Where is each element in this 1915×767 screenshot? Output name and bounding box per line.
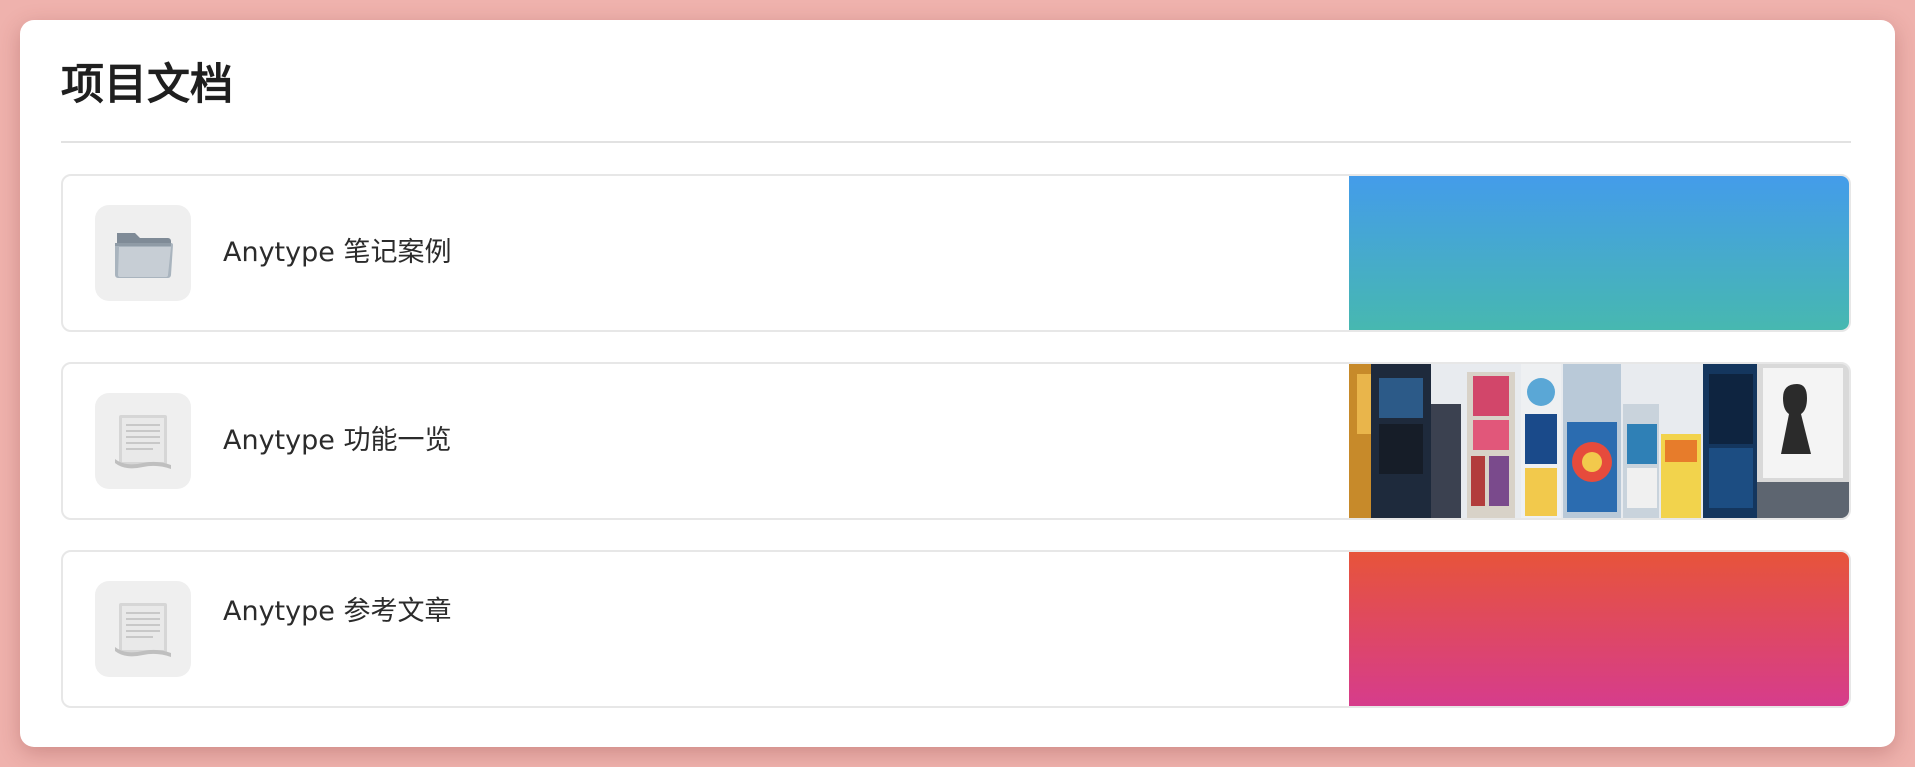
card-cover-image (1349, 552, 1849, 706)
list-item-card[interactable]: Anytype 功能一览 (61, 362, 1851, 520)
list-item-card[interactable]: Anytype 参考文章 (61, 550, 1851, 708)
card-title: Anytype 功能一览 (223, 425, 452, 456)
folder-icon (95, 205, 191, 301)
document-scroll-icon (95, 581, 191, 677)
page-title: 项目文档 (61, 60, 233, 110)
list-item-card[interactable]: Anytype 笔记案例 (61, 174, 1851, 332)
title-divider (61, 141, 1851, 143)
card-title: Anytype 参考文章 (223, 596, 452, 627)
card-cover-image (1349, 364, 1849, 518)
card-title: Anytype 笔记案例 (223, 237, 452, 268)
main-panel: 项目文档 Anytype 笔记案例 Anytype 功能一览 Anytype 参… (20, 20, 1895, 747)
document-scroll-icon (95, 393, 191, 489)
card-cover-image (1349, 176, 1849, 330)
